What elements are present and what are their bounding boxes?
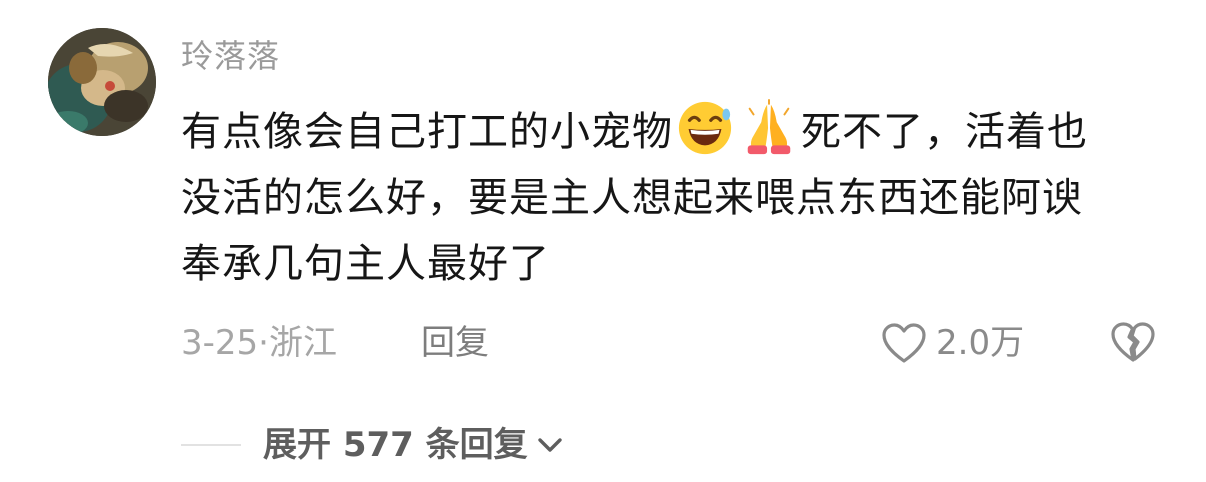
like-count: 2.0万 bbox=[936, 323, 1025, 363]
expand-replies-button[interactable]: 展开 577 条回复 bbox=[263, 422, 566, 468]
comment-text: 有点像会自己打工的小宠物 死不了，活着也 没活的怎么好，要是主人想起来喂点东西还… bbox=[181, 99, 1171, 297]
like-button[interactable]: 2.0万 bbox=[880, 318, 1024, 368]
comment-item: 玲落落 有点像会自己打工的小宠物 死不了，活着也 没活的怎么好，要是主人想起来喂… bbox=[0, 0, 1206, 482]
chevron-down-icon bbox=[537, 438, 562, 452]
comment-text-segment: 死不了，活着也 bbox=[801, 109, 1088, 155]
comment-location: 浙江 bbox=[268, 323, 337, 363]
comment-text-segment: 有点像会自己打工的小宠物 bbox=[181, 109, 673, 155]
heart-outline-icon bbox=[882, 323, 926, 363]
grinning-sweat-emoji-icon bbox=[678, 101, 732, 155]
comment-line-2: 没活的怎么好，要是主人想起来喂点东西还能阿谀 bbox=[181, 175, 1083, 221]
comment-meta: 3-25·浙江 bbox=[181, 320, 337, 366]
reply-button[interactable]: 回复 bbox=[421, 320, 489, 366]
comment-line-3: 奉承几句主人最好了 bbox=[181, 241, 550, 287]
expand-replies-row: 展开 577 条回复 bbox=[181, 420, 566, 470]
divider-line bbox=[181, 444, 241, 446]
dislike-button[interactable] bbox=[1108, 318, 1158, 368]
folded-hands-emoji-icon bbox=[747, 99, 791, 155]
avatar[interactable] bbox=[48, 28, 156, 136]
broken-heart-icon bbox=[1111, 322, 1155, 362]
meta-separator: · bbox=[258, 323, 269, 363]
expand-replies-label: 展开 577 条回复 bbox=[263, 425, 528, 465]
comment-date: 3-25 bbox=[181, 323, 259, 363]
username[interactable]: 玲落落 bbox=[181, 34, 280, 78]
comment-line-1: 有点像会自己打工的小宠物 死不了，活着也 bbox=[181, 99, 1171, 165]
